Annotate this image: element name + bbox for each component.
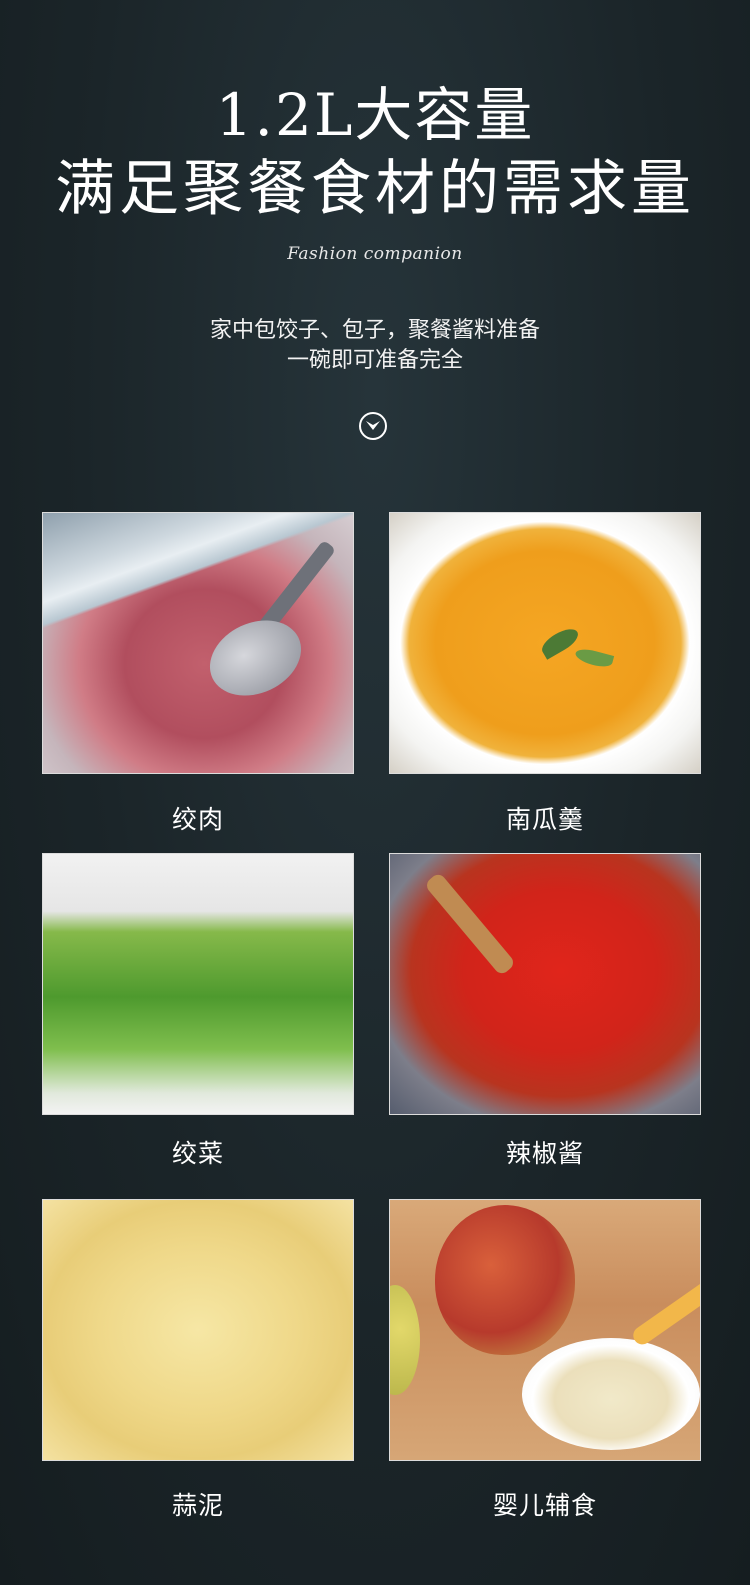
minced-meat-image (42, 512, 354, 774)
spoon-scoop (197, 606, 314, 710)
garlic-paste-image (42, 1199, 354, 1461)
chevron-down-circle-icon[interactable] (359, 412, 387, 440)
chili-sauce-image (389, 853, 701, 1115)
pear (435, 1205, 575, 1355)
headline-subtitle: 满足聚餐食材的需求量 (55, 154, 695, 224)
mint-leaf (573, 646, 615, 670)
caption-minced-meat: 绞肉 (171, 805, 224, 834)
caption-pumpkin-soup: 南瓜羹 (505, 805, 584, 834)
script-tagline: Fashion companion (287, 244, 463, 264)
baby-food-image (389, 1199, 701, 1461)
pumpkin-soup-image (389, 512, 701, 774)
chopped-greens-image (42, 853, 354, 1115)
headline-capacity: 1.2L大容量 (215, 81, 535, 149)
caption-chopped-greens: 绞菜 (171, 1139, 224, 1168)
baby-spoon (629, 1270, 700, 1348)
caption-garlic-paste: 蒜泥 (171, 1491, 224, 1520)
chevron-down-icon (366, 421, 380, 430)
caption-chili-sauce: 辣椒酱 (505, 1139, 584, 1168)
caption-baby-food: 婴儿辅食 (492, 1491, 597, 1520)
description-line-1: 家中包饺子、包子，聚餐酱料准备 (209, 318, 540, 343)
pear (390, 1285, 420, 1395)
wooden-spoon (423, 871, 517, 977)
puree-bowl (522, 1338, 700, 1450)
description-line-2: 一碗即可准备完全 (286, 348, 463, 373)
